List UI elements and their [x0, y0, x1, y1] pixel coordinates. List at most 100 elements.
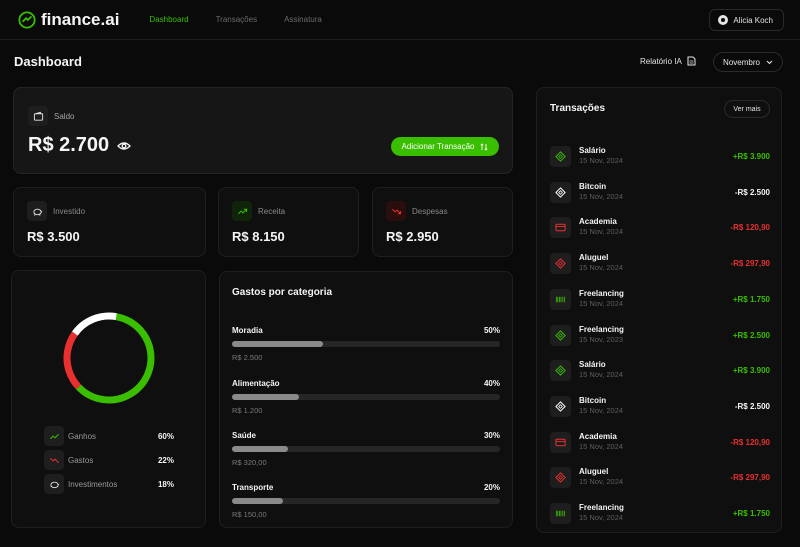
income-card: Receita R$ 8.150: [218, 187, 359, 257]
nav-link-dashboard[interactable]: Dashboard: [149, 15, 188, 24]
trending-up-icon: [44, 426, 64, 446]
balance-label-row: Saldo: [28, 106, 74, 126]
transaction-amount: -R$ 297,90: [730, 473, 770, 483]
add-transaction-button[interactable]: Adicionar Transação: [391, 137, 499, 156]
transaction-name: Aluguel: [579, 253, 609, 263]
transaction-amount: +R$ 2.500: [732, 330, 770, 340]
logo[interactable]: finance.ai: [18, 10, 119, 30]
pix-icon: [550, 253, 571, 275]
legend-row-gastos: Gastos 22%: [44, 450, 174, 470]
transaction-date: 15 Nov, 2024: [579, 156, 624, 165]
categories-title: Gastos por categoria: [232, 287, 333, 298]
user-button[interactable]: Alicia Koch: [709, 9, 784, 31]
pix-icon: [550, 467, 571, 489]
pix-icon: [550, 395, 571, 417]
transaction-row[interactable]: Salário 15 Nov, 2024 +R$ 3.900: [550, 146, 770, 168]
category-item: Alimentação 40% R$ 1.200: [232, 379, 500, 427]
transaction-amount: +R$ 3.900: [732, 152, 770, 161]
transaction-date: 15 Nov, 2024: [579, 370, 624, 380]
category-name: Transporte: [232, 483, 274, 492]
transaction-row[interactable]: Aluguel 15 Nov, 2024 -R$ 297,90: [550, 253, 770, 275]
category-item: Moradia 50% R$ 2.500: [232, 326, 500, 374]
wallet-icon: [28, 106, 48, 126]
ai-report-label: Relatório IA: [640, 56, 682, 66]
add-transaction-label: Adicionar Transação: [401, 142, 475, 151]
invested-label: Investido: [53, 206, 86, 216]
transaction-name: Bitcoin: [579, 395, 607, 405]
donut-segment-ganhos: [63, 312, 155, 404]
transaction-amount: -R$ 2.500: [734, 401, 770, 411]
transaction-amount: -R$ 2.500: [734, 187, 770, 197]
pix-icon: [550, 324, 571, 346]
month-select[interactable]: Novembro: [713, 52, 783, 72]
transaction-name: Freelancing: [579, 324, 624, 334]
donut-card: Ganhos 60% Gastos 22% Investimentos 18%: [11, 270, 206, 528]
category-amount: R$ 1.200: [232, 406, 263, 415]
view-more-button[interactable]: Ver mais: [724, 100, 770, 118]
category-name: Alimentação: [232, 379, 280, 388]
pix-icon: [550, 146, 571, 167]
transaction-row[interactable]: Bitcoin 15 Nov, 2024 -R$ 2.500: [550, 395, 770, 418]
balance-value: R$ 2.700: [28, 134, 110, 156]
legend-pct: 22%: [157, 455, 174, 465]
category-percent: 50%: [483, 326, 500, 335]
file-text-icon: [687, 56, 696, 66]
category-amount: R$ 150,00: [232, 510, 267, 519]
nav-link-transacoes[interactable]: Transações: [216, 15, 258, 24]
transaction-date: 15 Nov, 2024: [579, 441, 624, 451]
eye-icon[interactable]: [117, 141, 132, 151]
transactions-title: Transações: [550, 103, 606, 114]
legend-label: Gastos: [68, 455, 94, 465]
transaction-name: Salário: [579, 146, 606, 155]
balance-value-row: R$ 2.700: [28, 134, 132, 157]
transaction-amount: +R$ 1.750: [732, 294, 770, 304]
category-name: Moradia: [232, 326, 263, 335]
trending-down-icon: [44, 450, 64, 470]
nav-link-assinatura[interactable]: Assinatura: [284, 15, 322, 24]
transaction-row[interactable]: Salário 15 Nov, 2024 +R$ 3.900: [550, 360, 770, 382]
category-name: Saúde: [232, 431, 257, 440]
transaction-amount: -R$ 297,90: [730, 259, 770, 269]
ai-report-button[interactable]: Relatório IA: [640, 56, 696, 66]
category-progress-track: [232, 498, 500, 504]
legend-label: Investimentos: [68, 479, 118, 489]
transaction-amount: -R$ 120,90: [730, 223, 770, 233]
user-name: Alicia Koch: [733, 15, 773, 25]
expenses-card: Despesas R$ 2.950: [372, 187, 513, 257]
category-progress-fill: [232, 394, 299, 400]
category-item: Saúde 30% R$ 320,00: [232, 431, 500, 479]
transaction-date: 15 Nov, 2024: [579, 298, 624, 308]
transaction-date: 15 Nov, 2024: [579, 191, 624, 201]
category-percent: 40%: [483, 379, 500, 388]
invested-value: R$ 3.500: [27, 229, 80, 244]
income-label: Receita: [258, 206, 286, 216]
transaction-row[interactable]: Bitcoin 15 Nov, 2024 -R$ 2.500: [550, 181, 770, 204]
transaction-row[interactable]: Academia 15 Nov, 2024 -R$ 120,90: [550, 431, 770, 454]
balance-card: Saldo R$ 2.700 Adicionar Transação: [13, 87, 513, 174]
donut-segment-investimentos: [63, 312, 155, 404]
transaction-date: 15 Nov, 2024: [579, 227, 624, 237]
transaction-name: Bitcoin: [579, 181, 607, 191]
category-amount: R$ 320,00: [232, 458, 267, 467]
category-progress-fill: [232, 446, 289, 452]
category-item: Transporte 20% R$ 150,00: [232, 483, 500, 531]
category-percent: 30%: [483, 431, 500, 440]
transaction-name: Aluguel: [579, 467, 609, 477]
transaction-row[interactable]: Aluguel 15 Nov, 2024 -R$ 297,90: [550, 467, 770, 489]
category-progress-track: [232, 394, 500, 400]
transaction-row[interactable]: Freelancing 15 Nov, 2024 +R$ 1.750: [550, 288, 770, 311]
donut-chart: [63, 312, 155, 404]
piggy-bank-icon: [27, 201, 47, 221]
transaction-name: Academia: [579, 217, 617, 227]
transaction-name: Freelancing: [579, 503, 624, 512]
transaction-row[interactable]: Academia 15 Nov, 2024 -R$ 120,90: [550, 217, 770, 239]
category-percent: 20%: [483, 483, 500, 492]
transaction-amount: +R$ 3.900: [732, 366, 770, 376]
category-amount: R$ 2.500: [232, 353, 263, 362]
transaction-date: 15 Nov, 2023: [579, 334, 624, 344]
pix-icon: [550, 181, 571, 203]
transaction-row[interactable]: Freelancing 15 Nov, 2023 +R$ 2.500: [550, 324, 770, 347]
trending-up-icon: [232, 201, 252, 221]
transaction-amount: -R$ 120,90: [730, 437, 770, 447]
transaction-row[interactable]: Freelancing 15 Nov, 2024 +R$ 1.750: [550, 503, 770, 525]
